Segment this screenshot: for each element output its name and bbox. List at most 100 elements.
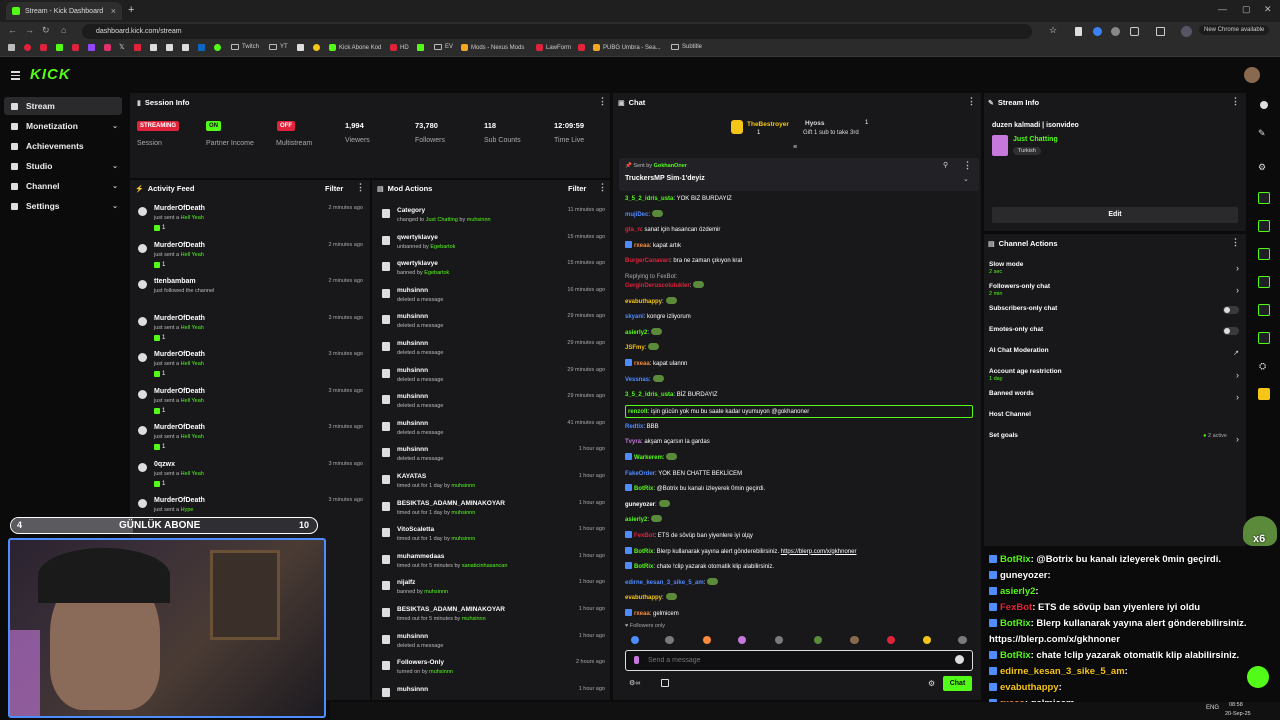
channel-action-item[interactable]: Banned words › <box>989 390 1241 404</box>
mod-action-user[interactable]: sanaticinhasancan <box>462 563 508 569</box>
lightning-icon[interactable] <box>1258 192 1270 204</box>
mod-action-target[interactable]: qwertyklavye <box>397 260 438 267</box>
chat-username[interactable]: Vessnas <box>625 377 649 383</box>
bookmark-icon[interactable] <box>56 44 63 51</box>
chat-message[interactable]: gta_n: sanat için hasancan özdemir <box>625 224 975 237</box>
activity-item[interactable]: MurderOfDeath just sent a Hell Yeah 1 3 min… <box>137 314 365 350</box>
bookmark-icon[interactable] <box>198 44 205 51</box>
mod-action-item[interactable]: BESIKTAS_ADAMN_AMINAKOYAR timed out for 5… <box>378 605 608 631</box>
chat-message[interactable]: Redtix: BBB <box>625 421 975 434</box>
sidebar-item-achievements[interactable]: Achievements <box>4 137 122 155</box>
bookmark-folder[interactable]: Subtitle <box>671 44 702 50</box>
more-options-icon[interactable]: ⋮ <box>598 96 607 107</box>
top-gifter-name[interactable]: TheBestroyer <box>747 121 789 128</box>
mod-action-item[interactable]: BESIKTAS_ADAMN_AMINAKOYAR timed out for 1… <box>378 499 608 525</box>
chat-message[interactable]: BurgerCanavarı: bra ne zaman çıkıyon kra… <box>625 255 975 268</box>
pencil-icon[interactable] <box>1258 276 1270 288</box>
settings-icon[interactable]: ⚙ <box>1258 162 1266 173</box>
gear-icon[interactable]: ⚙ <box>928 679 935 688</box>
mod-action-user[interactable]: muhsinnn <box>429 669 453 675</box>
close-tab-icon[interactable]: × <box>111 6 116 16</box>
mod-action-item[interactable]: muhsinnn deleted a message 29 minutes ago <box>378 312 608 338</box>
activity-item[interactable]: MurderOfDeath just sent a Hell Yeah 1 3 min… <box>137 387 365 423</box>
apps-icon[interactable] <box>8 44 15 51</box>
chat-username[interactable]: JSFmy <box>625 345 645 351</box>
chat-message[interactable]: guneyozer: <box>625 499 975 512</box>
language-indicator[interactable]: ENG <box>1206 705 1219 711</box>
activity-username[interactable]: MurderOfDeath <box>154 351 205 358</box>
chat-bubble-icon[interactable] <box>1258 248 1270 260</box>
add-widget-icon[interactable] <box>1258 388 1270 400</box>
mod-action-target[interactable]: Category <box>397 207 425 214</box>
emote-icon[interactable] <box>850 636 859 644</box>
activity-username[interactable]: MurderOfDeath <box>154 315 205 322</box>
chat-username[interactable]: BotRix <box>634 549 653 555</box>
extension-icon[interactable] <box>1111 27 1120 36</box>
bookmark-icon[interactable] <box>134 44 141 51</box>
mod-action-item[interactable]: VitoScaletta timed out for 1 day by muhsi… <box>378 525 608 551</box>
new-tab-button[interactable]: + <box>128 4 134 16</box>
calendar-icon[interactable] <box>661 679 669 687</box>
chat-message[interactable]: BotRix: chate !clip yazarak otomatik kli… <box>625 561 975 574</box>
extensions-puzzle-icon[interactable] <box>1130 27 1139 36</box>
users-icon[interactable]: ⛭ <box>1259 361 1266 372</box>
mod-action-user[interactable]: muhsinnn <box>451 510 475 516</box>
x-bookmark-icon[interactable]: 𝕏 <box>119 43 125 51</box>
sidebar-item-monetization[interactable]: Monetization ⌄ <box>4 117 122 135</box>
channel-icon[interactable] <box>1258 304 1270 316</box>
bookmark-icon[interactable] <box>104 44 111 51</box>
bookmark-icon[interactable] <box>72 44 79 51</box>
mod-action-item[interactable]: qwertyklavye banned by Egebartok 15 minute… <box>378 259 608 285</box>
emote-icon[interactable] <box>814 636 822 644</box>
mod-action-item[interactable]: muhsinnn deleted a message 1 hour ago <box>378 632 608 658</box>
reload-icon[interactable]: ↻ <box>42 25 50 36</box>
emote-icon[interactable] <box>703 636 711 644</box>
mod-action-target[interactable]: muhsinnn <box>397 313 428 320</box>
mod-action-item[interactable]: muhsinnn deleted a message 1 hour ago <box>378 445 608 471</box>
channel-action-item[interactable]: AI Chat Moderation ↗ <box>989 347 1241 361</box>
chat-message[interactable]: Warkerem: <box>625 452 975 465</box>
chat-username[interactable]: BotRix <box>634 486 653 492</box>
activity-username[interactable]: MurderOfDeath <box>154 242 205 249</box>
emote-icon[interactable] <box>738 636 746 644</box>
chat-message[interactable]: JSFmy: <box>625 342 975 355</box>
bookmark-link[interactable]: Mods - Nexus Mods <box>461 44 524 51</box>
mod-action-target[interactable]: qwertyklavye <box>397 234 438 241</box>
edit-stream-info-button[interactable]: Edit <box>992 207 1238 223</box>
external-link-icon[interactable]: ↗ <box>1233 349 1239 357</box>
bookmark-icon[interactable] <box>88 44 95 51</box>
chat-username[interactable]: guneyozer <box>625 502 655 508</box>
bookmark-icon[interactable] <box>578 44 585 51</box>
mod-action-item[interactable]: muhammedaas timed out for 5 minutes by sa… <box>378 552 608 578</box>
user-avatar[interactable] <box>1244 67 1260 83</box>
profile-avatar[interactable] <box>1181 26 1192 37</box>
side-panel-icon[interactable] <box>1156 27 1165 36</box>
pencil-icon[interactable]: ✎ <box>1258 128 1266 139</box>
chat-username[interactable]: FexBot <box>634 533 654 539</box>
bookmark-icon[interactable] <box>24 44 31 51</box>
pin-expand-icon[interactable]: ≡ <box>793 144 797 151</box>
mod-action-item[interactable]: qwertyklavye unbanned by Egebartok 15 minu… <box>378 233 608 259</box>
emote-icon[interactable] <box>631 636 639 644</box>
menu-icon[interactable] <box>11 71 20 82</box>
activity-username[interactable]: MurderOfDeath <box>154 205 205 212</box>
chat-message[interactable]: Vessnas: <box>625 374 975 387</box>
mod-action-user[interactable]: muhsinnn <box>451 483 475 489</box>
mod-action-user[interactable]: muhsinnn <box>462 616 486 622</box>
chevron-right-icon[interactable]: › <box>1236 285 1239 295</box>
chat-message[interactable]: FakeOrder: YOK BEN CHATTE BEKLİCEM <box>625 468 975 481</box>
clock-date[interactable]: 20-Sep-25 <box>1225 711 1251 717</box>
chat-username[interactable]: asierly2 <box>625 517 647 523</box>
maximize-icon[interactable]: ▢ <box>1242 4 1251 15</box>
mod-action-target[interactable]: muhsinnn <box>397 393 428 400</box>
chat-username[interactable]: rxeaa <box>634 361 650 367</box>
chat-username[interactable]: Tvyra <box>625 439 641 445</box>
toggle-switch[interactable] <box>1223 327 1239 335</box>
bookmark-link[interactable]: LawForm <box>536 44 571 51</box>
chat-message[interactable]: rxeaa: kapat ulannn <box>625 358 975 371</box>
chat-username[interactable]: BurgerCanavarı <box>625 258 670 264</box>
emote-icon[interactable] <box>775 636 783 644</box>
gift-user-name[interactable]: Hyoss <box>805 120 825 127</box>
more-options-icon[interactable]: ⋮ <box>963 160 972 171</box>
chat-message[interactable]: 3_5_2_idris_usta: YOK BIZ BURDAYIZ <box>625 193 975 206</box>
